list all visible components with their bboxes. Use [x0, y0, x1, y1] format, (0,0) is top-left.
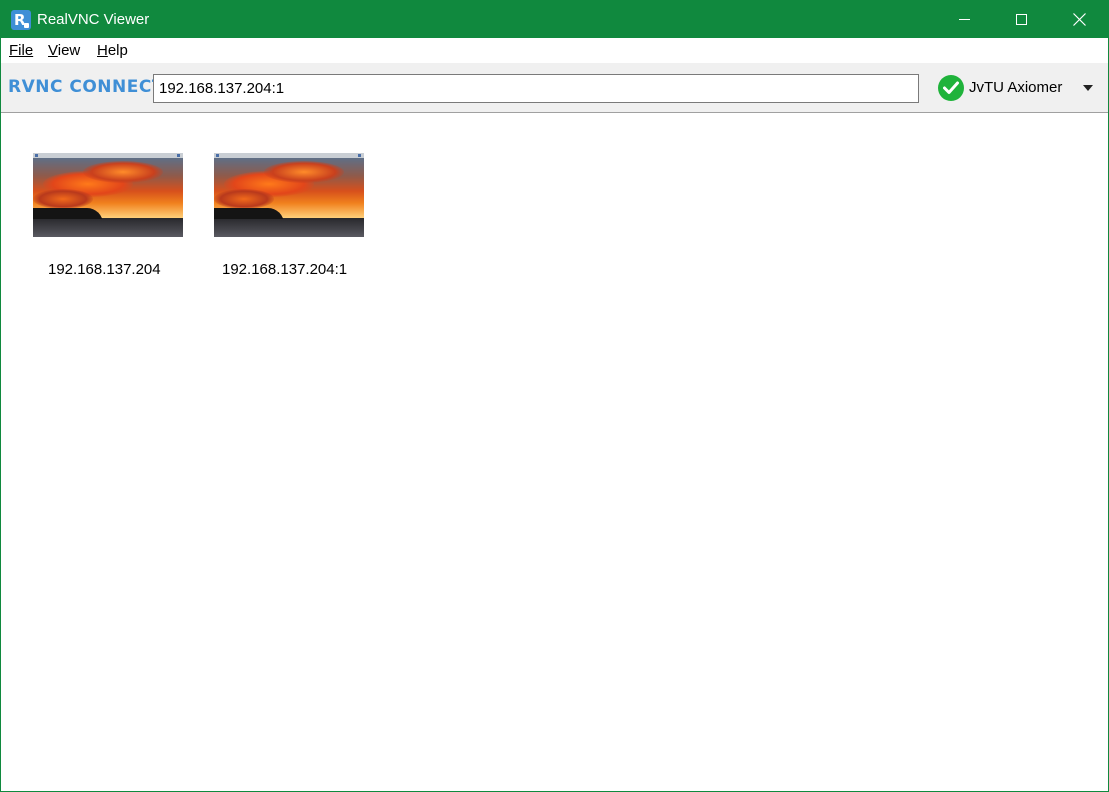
address-input[interactable]: 192.168.137.204:1 [153, 74, 919, 103]
address-book-area: 192.168.137.204 192.168.137.204:1 [1, 114, 1108, 791]
minimize-button[interactable] [935, 1, 993, 38]
menu-help-label: Help [97, 42, 128, 59]
connection-label[interactable]: 192.168.137.204:1 [222, 261, 347, 279]
realvnc-app-icon: R [11, 10, 31, 30]
menu-help[interactable]: Help [97, 42, 128, 60]
desktop-thumbnail[interactable] [33, 153, 183, 237]
app-window: R RealVNC Viewer File View Help RVNC CON… [0, 0, 1109, 792]
menu-view[interactable]: View [48, 42, 80, 60]
toolbar: RVNC CONNECT 192.168.137.204:1 JvTU Axio… [1, 63, 1108, 113]
title-bar[interactable]: R RealVNC Viewer [1, 1, 1108, 38]
rvnc-connect-logo: RVNC CONNECT [8, 77, 164, 97]
menu-file-label: File [9, 42, 34, 59]
menu-view-label: View [48, 42, 81, 59]
maximize-icon [1015, 14, 1027, 25]
account-name: JvTU Axiomer [969, 79, 1063, 96]
menu-file[interactable]: File [9, 42, 33, 60]
connection-label[interactable]: 192.168.137.204 [48, 261, 161, 279]
maximize-button[interactable] [992, 1, 1050, 38]
desktop-thumbnail[interactable] [214, 153, 364, 237]
window-title: RealVNC Viewer [37, 11, 150, 28]
close-button[interactable] [1050, 1, 1108, 38]
close-icon [1072, 13, 1086, 26]
menu-bar: File View Help [1, 38, 1108, 63]
check-circle-icon [938, 75, 964, 101]
chevron-down-icon[interactable] [1083, 85, 1093, 91]
minimize-icon [958, 19, 970, 20]
